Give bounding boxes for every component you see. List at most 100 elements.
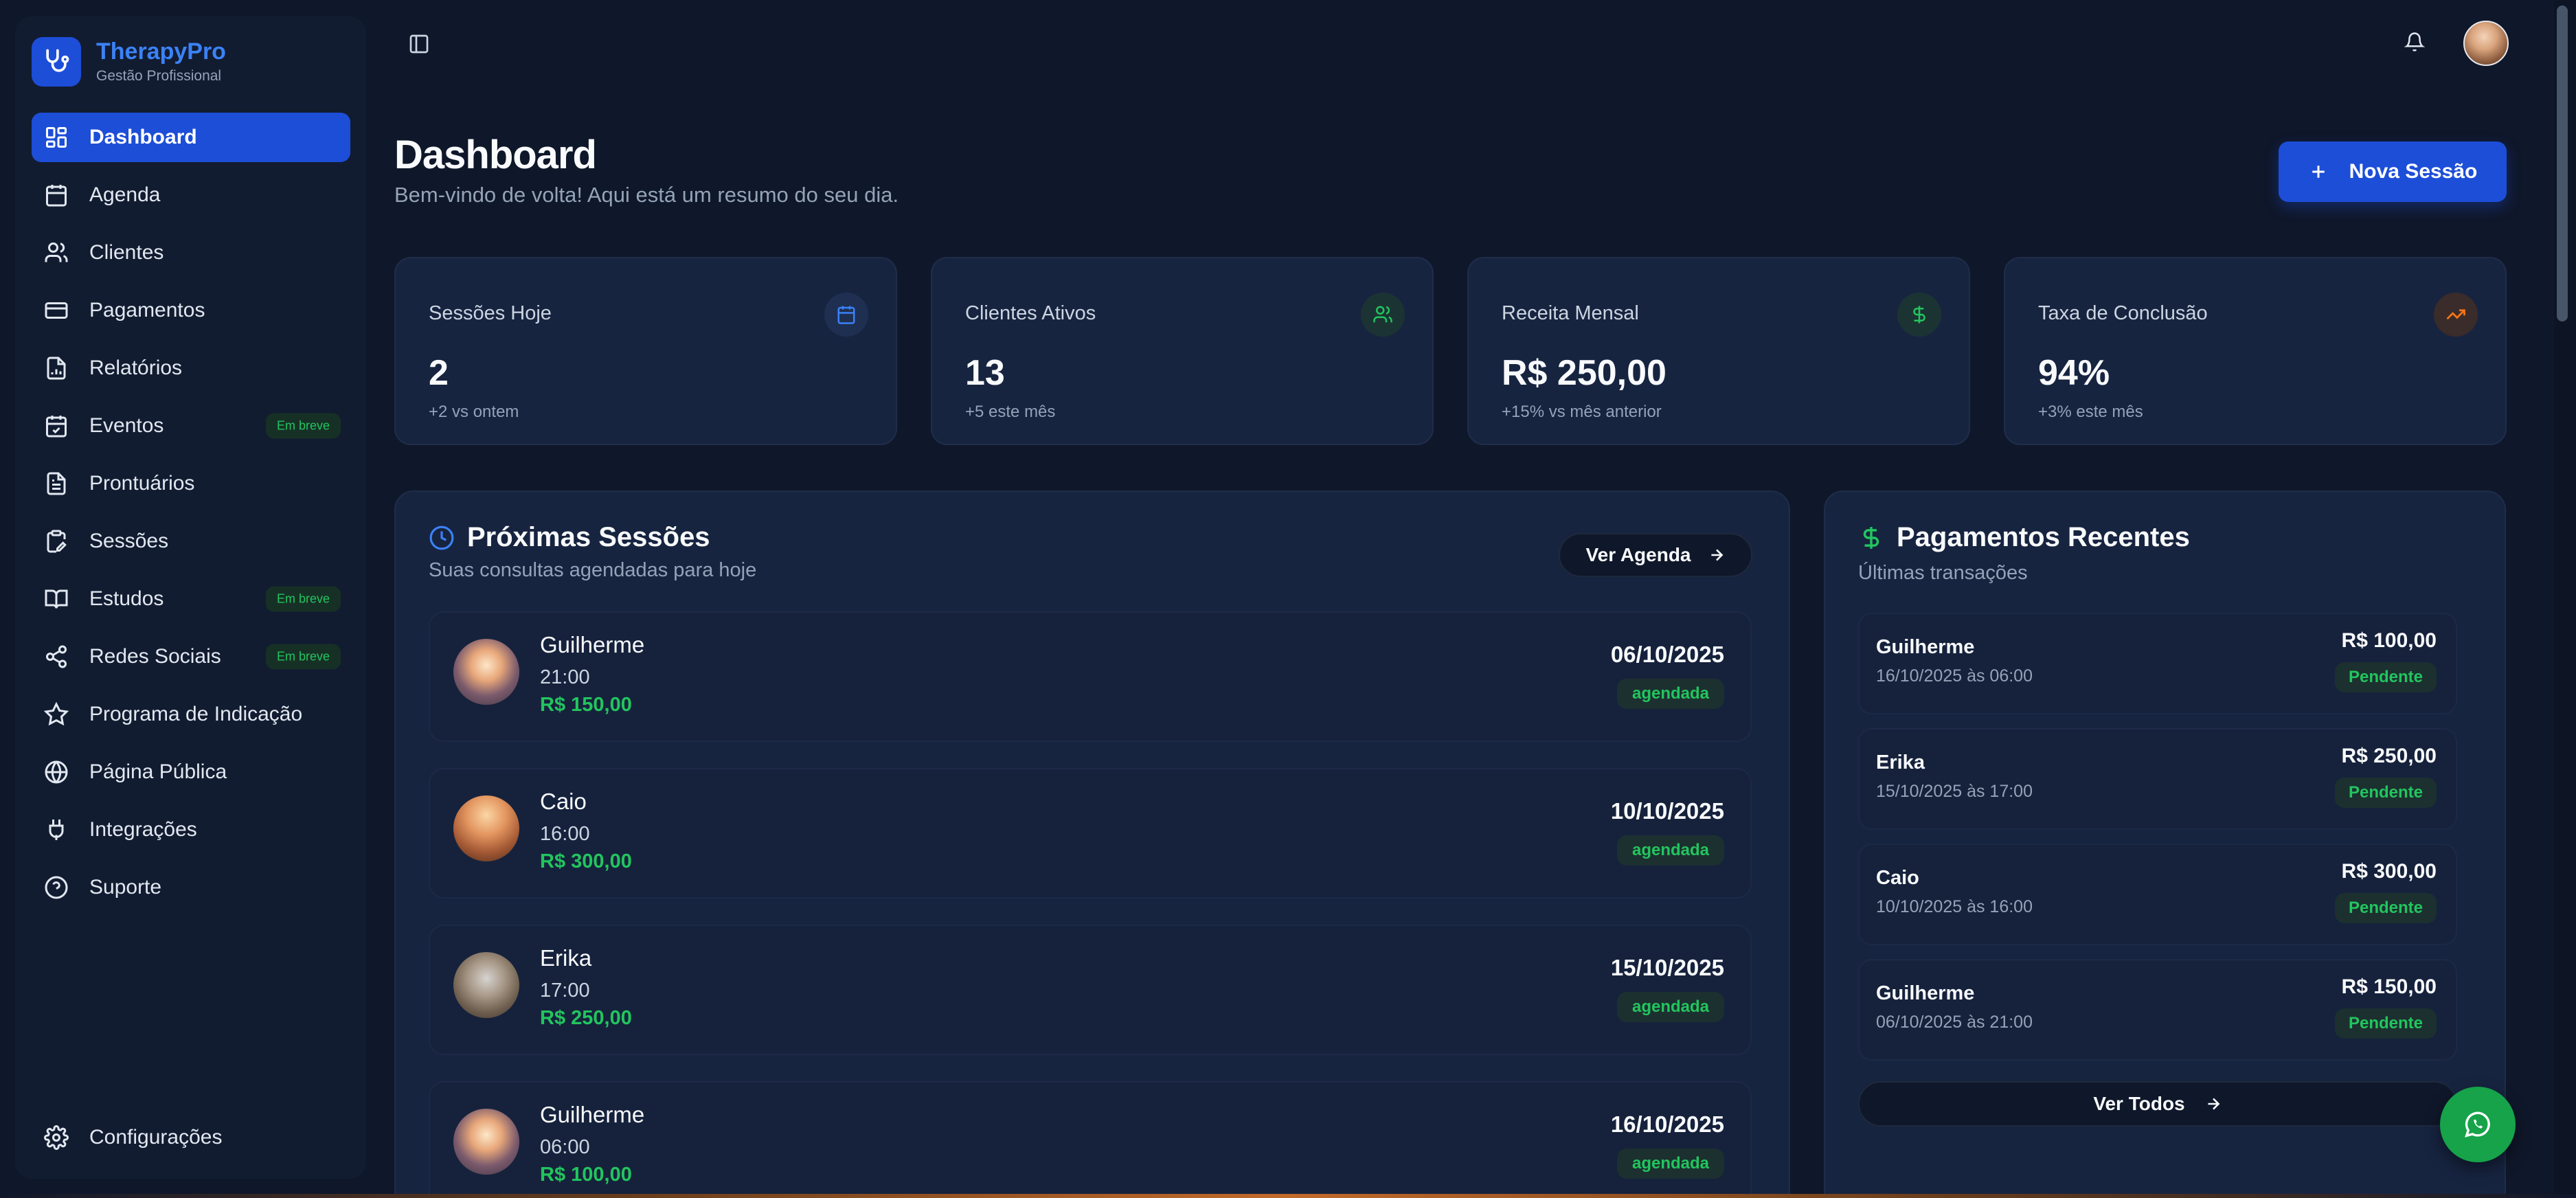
payment-item[interactable]: Guilherme 06/10/2025 às 21:00 R$ 150,00 … [1858, 959, 2457, 1061]
sidebar-toggle-button[interactable] [403, 27, 436, 60]
brand-name: TherapyPro [96, 38, 226, 65]
stat-label: Clientes Ativos [965, 302, 1096, 324]
sidebar-item-label: Integrações [89, 818, 197, 841]
stat-label: Taxa de Conclusão [2038, 302, 2208, 324]
stat-card-monthly-revenue: Receita Mensal R$ 250,00 +15% vs mês ant… [1467, 257, 1970, 445]
users-icon [41, 238, 71, 268]
sidebar-item-pagamentos[interactable]: Pagamentos [32, 286, 350, 335]
view-all-label: Ver Todos [2093, 1093, 2185, 1114]
payment-item[interactable]: Guilherme 16/10/2025 às 06:00 R$ 100,00 … [1858, 613, 2457, 714]
payment-amount: R$ 100,00 [2341, 629, 2437, 652]
session-item[interactable]: Erika 17:00 R$ 250,00 15/10/2025 agendad… [429, 925, 1752, 1055]
sidebar-item-prontuarios[interactable]: Prontuários [32, 459, 350, 508]
session-time: 17:00 [540, 980, 590, 1002]
whatsapp-icon [2465, 1111, 2490, 1138]
sidebar-item-suporte[interactable]: Suporte [32, 863, 350, 912]
users-icon [1361, 293, 1405, 337]
stat-card-completion-rate: Taxa de Conclusão 94% +3% este mês [2004, 257, 2507, 445]
sidebar-item-label: Pagamentos [89, 299, 205, 321]
coming-soon-badge: Em breve [265, 413, 341, 439]
arrow-right-icon [2208, 1098, 2220, 1110]
sidebar-item-label: Clientes [89, 241, 164, 264]
page-subtitle: Bem-vindo de volta! Aqui está um resumo … [394, 183, 899, 207]
session-time: 06:00 [540, 1136, 590, 1158]
session-price: R$ 300,00 [540, 850, 632, 872]
sidebar-item-programa-indicacao[interactable]: Programa de Indicação [32, 690, 350, 739]
session-item[interactable]: Guilherme 21:00 R$ 150,00 06/10/2025 age… [429, 611, 1752, 742]
session-status-badge: agendada [1616, 679, 1724, 709]
stat-label: Sessões Hoje [429, 302, 552, 324]
payment-client-name: Guilherme [1876, 636, 1975, 658]
session-item[interactable]: Guilherme 06:00 R$ 100,00 16/10/2025 age… [429, 1081, 1752, 1198]
sidebar-item-estudos[interactable]: Estudos Em breve [32, 574, 350, 624]
panel-subtitle: Últimas transações [1858, 562, 2028, 584]
dashboard-grid-icon [41, 122, 71, 152]
whatsapp-chat-button[interactable] [2440, 1087, 2516, 1162]
sidebar-item-label: Agenda [89, 183, 161, 206]
stat-value: 94% [2038, 353, 2110, 393]
upcoming-sessions-panel: Próximas Sessões Suas consultas agendada… [394, 490, 1790, 1198]
payment-item[interactable]: Erika 15/10/2025 às 17:00 R$ 250,00 Pend… [1858, 728, 2457, 830]
notifications-button[interactable] [2399, 26, 2430, 58]
payment-status-badge: Pendente [2334, 893, 2437, 923]
session-status-badge: agendada [1616, 992, 1724, 1022]
stat-delta: +15% vs mês anterior [1502, 403, 1662, 421]
sidebar-item-integracoes[interactable]: Integrações [32, 805, 350, 855]
sidebar-item-label: Suporte [89, 876, 162, 898]
client-avatar [453, 952, 519, 1018]
panel-left-icon [409, 34, 429, 54]
sidebar-item-redes-sociais[interactable]: Redes Sociais Em breve [32, 632, 350, 681]
coming-soon-badge: Em breve [265, 644, 341, 670]
clipboard-edit-icon [41, 526, 71, 556]
payment-amount: R$ 250,00 [2341, 745, 2437, 767]
user-avatar[interactable] [2463, 21, 2509, 66]
stat-value: R$ 250,00 [1502, 353, 1667, 393]
panel-subtitle: Suas consultas agendadas para hoje [429, 559, 757, 581]
sidebar-item-label: Dashboard [89, 126, 197, 148]
session-client-name: Erika [540, 945, 592, 971]
sidebar-item-eventos[interactable]: Eventos Em breve [32, 401, 350, 451]
sidebar-item-clientes[interactable]: Clientes [32, 228, 350, 278]
session-status-badge: agendada [1616, 835, 1724, 866]
sidebar-item-relatorios[interactable]: Relatórios [32, 343, 350, 393]
share-icon [41, 642, 71, 672]
sidebar-item-label: Relatórios [89, 357, 183, 379]
page-title: Dashboard [394, 133, 597, 177]
session-item[interactable]: Caio 16:00 R$ 300,00 10/10/2025 agendada [429, 768, 1752, 898]
session-client-name: Caio [540, 789, 587, 814]
file-text-icon [41, 468, 71, 499]
sidebar-item-pagina-publica[interactable]: Página Pública [32, 747, 350, 797]
new-session-button[interactable]: Nova Sessão [2279, 142, 2507, 202]
payment-status-badge: Pendente [2334, 778, 2437, 808]
stat-card-active-clients: Clientes Ativos 13 +5 este mês [931, 257, 1434, 445]
brand[interactable]: TherapyPro Gestão Profissional [32, 37, 226, 87]
session-time: 21:00 [540, 666, 590, 688]
sidebar-item-sessoes[interactable]: Sessões [32, 517, 350, 566]
payment-datetime: 06/10/2025 às 21:00 [1876, 1013, 2033, 1032]
recent-payments-panel: Pagamentos Recentes Últimas transações G… [1824, 490, 2506, 1198]
sidebar-item-configuracoes[interactable]: Configurações [32, 1113, 350, 1162]
session-status-badge: agendada [1616, 1149, 1724, 1179]
sidebar-item-dashboard[interactable]: Dashboard [32, 113, 350, 162]
dollar-icon [1863, 526, 1879, 549]
payment-amount: R$ 150,00 [2341, 975, 2437, 998]
session-date: 06/10/2025 [1610, 642, 1724, 667]
payment-client-name: Caio [1876, 867, 1919, 889]
payment-item[interactable]: Caio 10/10/2025 às 16:00 R$ 300,00 Pende… [1858, 844, 2457, 945]
session-price: R$ 100,00 [540, 1164, 632, 1186]
dollar-icon [1897, 293, 1941, 337]
sidebar: TherapyPro Gestão Profissional Dashboard… [15, 16, 366, 1179]
scrollbar-thumb[interactable] [2557, 5, 2568, 321]
view-all-payments-button[interactable]: Ver Todos [1858, 1081, 2457, 1127]
payment-datetime: 16/10/2025 às 06:00 [1876, 666, 2033, 686]
payment-client-name: Erika [1876, 751, 1925, 773]
stethoscope-logo-icon [32, 37, 81, 87]
view-agenda-button[interactable]: Ver Agenda [1559, 533, 1752, 577]
payment-datetime: 15/10/2025 às 17:00 [1876, 782, 2033, 801]
bottom-edge-strip [0, 1194, 2576, 1198]
payment-datetime: 10/10/2025 às 16:00 [1876, 897, 2033, 916]
panel-title-text: Próximas Sessões [467, 522, 710, 552]
book-open-icon [41, 584, 71, 614]
sidebar-item-label: Programa de Indicação [89, 703, 303, 725]
sidebar-item-agenda[interactable]: Agenda [32, 170, 350, 220]
